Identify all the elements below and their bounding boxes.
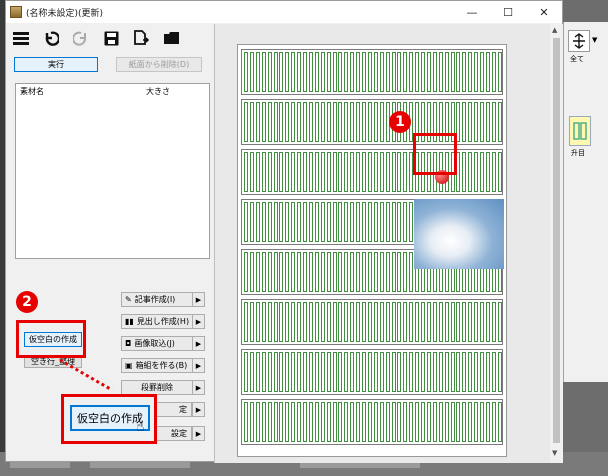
cursor-icon: ☝	[136, 419, 145, 435]
zoom-callout-box: 仮空白の作成 ☝	[61, 394, 157, 444]
